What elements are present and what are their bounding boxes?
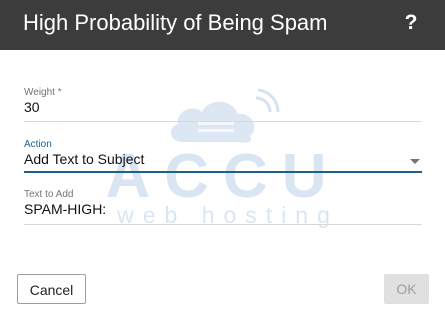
action-label: Action	[24, 139, 52, 150]
dialog-title: High Probability of Being Spam	[23, 10, 328, 35]
action-value[interactable]: Add Text to Subject	[24, 151, 144, 168]
text-to-add-input[interactable]: SPAM-HIGH:	[24, 201, 106, 218]
text-to-add-underline	[24, 224, 422, 225]
cancel-button[interactable]: Cancel	[17, 274, 86, 304]
weight-underline	[24, 121, 422, 122]
weight-label: Weight *	[24, 87, 62, 98]
dialog: High Probability of Being Spam ? ACCU we…	[0, 0, 445, 320]
weight-field[interactable]: Weight * 30	[24, 85, 422, 125]
weight-input[interactable]: 30	[24, 99, 40, 116]
text-to-add-label: Text to Add	[24, 189, 74, 200]
ok-button[interactable]: OK	[384, 274, 429, 304]
dialog-titlebar: High Probability of Being Spam ?	[0, 0, 445, 50]
chevron-down-icon[interactable]	[410, 159, 420, 164]
action-select[interactable]: Action Add Text to Subject	[24, 138, 422, 178]
text-to-add-field[interactable]: Text to Add SPAM-HIGH:	[24, 188, 422, 228]
help-button[interactable]: ?	[400, 8, 422, 38]
action-underline	[24, 171, 422, 173]
